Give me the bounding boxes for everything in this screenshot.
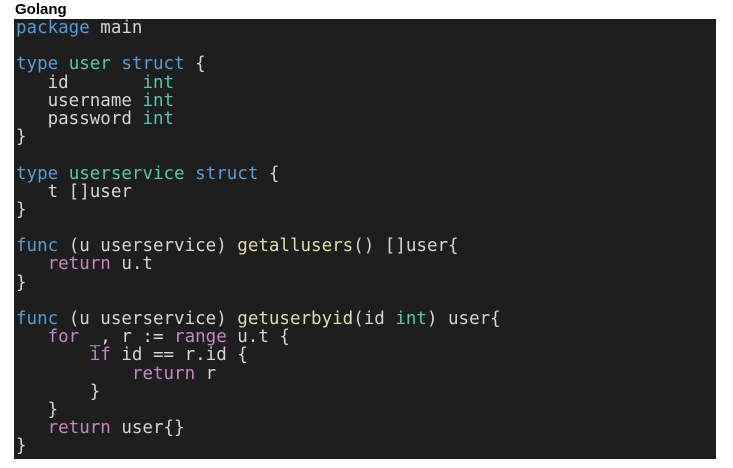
code-token: int [142,72,175,93]
code-token: if [89,345,111,366]
code-token: int [142,90,175,111]
code-token: struct [195,163,259,184]
code-line: func (u userservice) getuserbyid(id int)… [16,310,716,328]
code-token: ) user{ [426,309,501,329]
code-token: func [16,309,59,329]
code-token: } [16,381,101,402]
code-line: package main [16,19,716,37]
language-title: Golang [15,1,67,18]
code-token: password [16,108,143,129]
code-line: ​ [16,292,716,310]
code-line: type user struct { [16,55,716,73]
code-line: id int [16,72,716,93]
code-token: _, r := [79,327,175,348]
code-line: username int [16,92,716,110]
code-line: } [16,383,716,401]
page: Golang package main​type user struct { i… [0,0,733,468]
code-token: id [16,72,143,93]
code-token: (u userservice) [58,236,238,257]
code-token: user{} [110,418,185,439]
code-line: } [16,401,716,419]
code-line: return user{} [16,419,716,437]
code-token: type [16,163,59,184]
code-token: struct [121,54,185,75]
code-token: getallusers [237,236,354,257]
code-line: ​ [16,146,716,164]
code-token: for [47,327,80,348]
code-token: t []user [16,181,132,202]
code-token: id == r.id { [110,345,248,366]
code-line: ​ [16,37,716,55]
code-line: ​ [16,219,716,237]
code-token: int [395,309,427,329]
code-token: username [16,90,143,111]
code-token: user [68,54,111,75]
code-token: range [174,327,227,348]
code-token: userservice [68,163,185,184]
code-token: { [184,54,206,75]
code-line: if id == r.id { [16,346,716,364]
code-token: r [195,363,217,384]
code-block[interactable]: package main​type user struct { id int u… [14,19,716,459]
code-line: type userservice struct { [16,163,716,184]
code-token: package [16,19,90,38]
code-line: return r [16,363,716,384]
code-token: } [16,199,27,220]
code-token: int [142,108,175,129]
code-token: } [16,399,59,420]
code-token: u.t [110,254,153,275]
code-line: } [16,128,716,146]
code-token: } [16,272,27,293]
code-token: u.t { [226,327,290,348]
code-token: (id [353,309,396,329]
code-line: } [16,201,716,219]
code-token: return [131,363,196,384]
code-line: } [16,437,716,455]
code-token: getuserbyid [237,309,354,329]
code-token: (u userservice) [58,309,238,329]
code-line: t []user [16,183,716,201]
code-token: func [16,236,59,257]
code-line: return u.t [16,255,716,273]
code-token: } [16,436,27,457]
code-token: () []user{ [353,236,459,257]
code-editor[interactable]: package main​type user struct { id int u… [14,19,716,456]
code-token: { [258,163,280,184]
code-token: main [89,19,143,38]
code-line: } [16,274,716,292]
code-line: func (u userservice) getallusers() []use… [16,237,716,255]
code-token: return [47,418,111,439]
code-line: for _, r := range u.t { [16,328,716,346]
code-token: } [16,127,27,148]
code-token: type [16,54,59,75]
code-line: password int [16,110,716,128]
code-token: return [47,254,111,275]
